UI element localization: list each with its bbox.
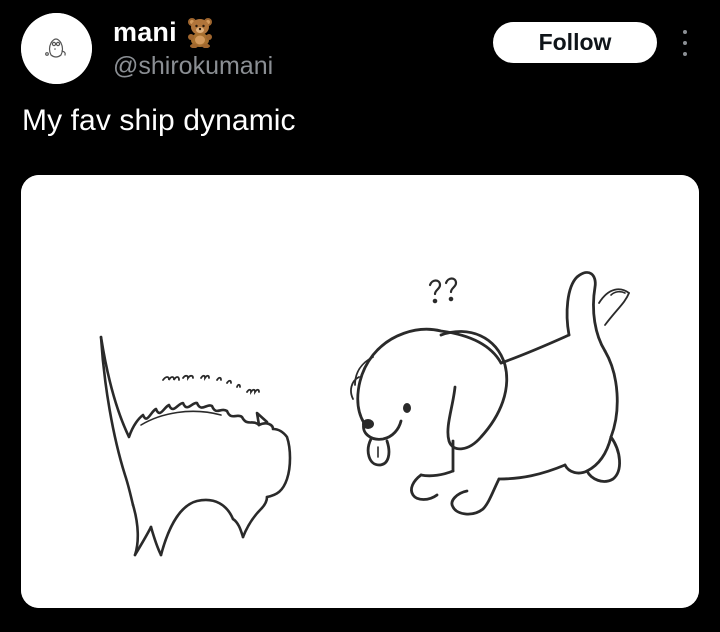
follow-button[interactable]: Follow (493, 22, 657, 63)
cat-and-dog-drawing (21, 175, 699, 608)
more-dot (683, 30, 687, 34)
teddy-bear-icon (187, 18, 212, 48)
post-text: My fav ship dynamic (22, 104, 296, 137)
author-avatar[interactable] (21, 13, 92, 84)
author-handle[interactable]: @shirokumani (113, 52, 273, 81)
more-dot (683, 52, 687, 56)
tweet-post: mani @shirokumani Follow My fav ship dyn… (0, 0, 720, 632)
more-vertical-icon[interactable] (675, 30, 695, 56)
post-media-image[interactable] (21, 175, 699, 608)
author-display-name[interactable]: mani (113, 17, 177, 48)
author-name-row: mani (113, 14, 215, 50)
avatar-image (21, 13, 92, 84)
more-dot (683, 41, 687, 45)
